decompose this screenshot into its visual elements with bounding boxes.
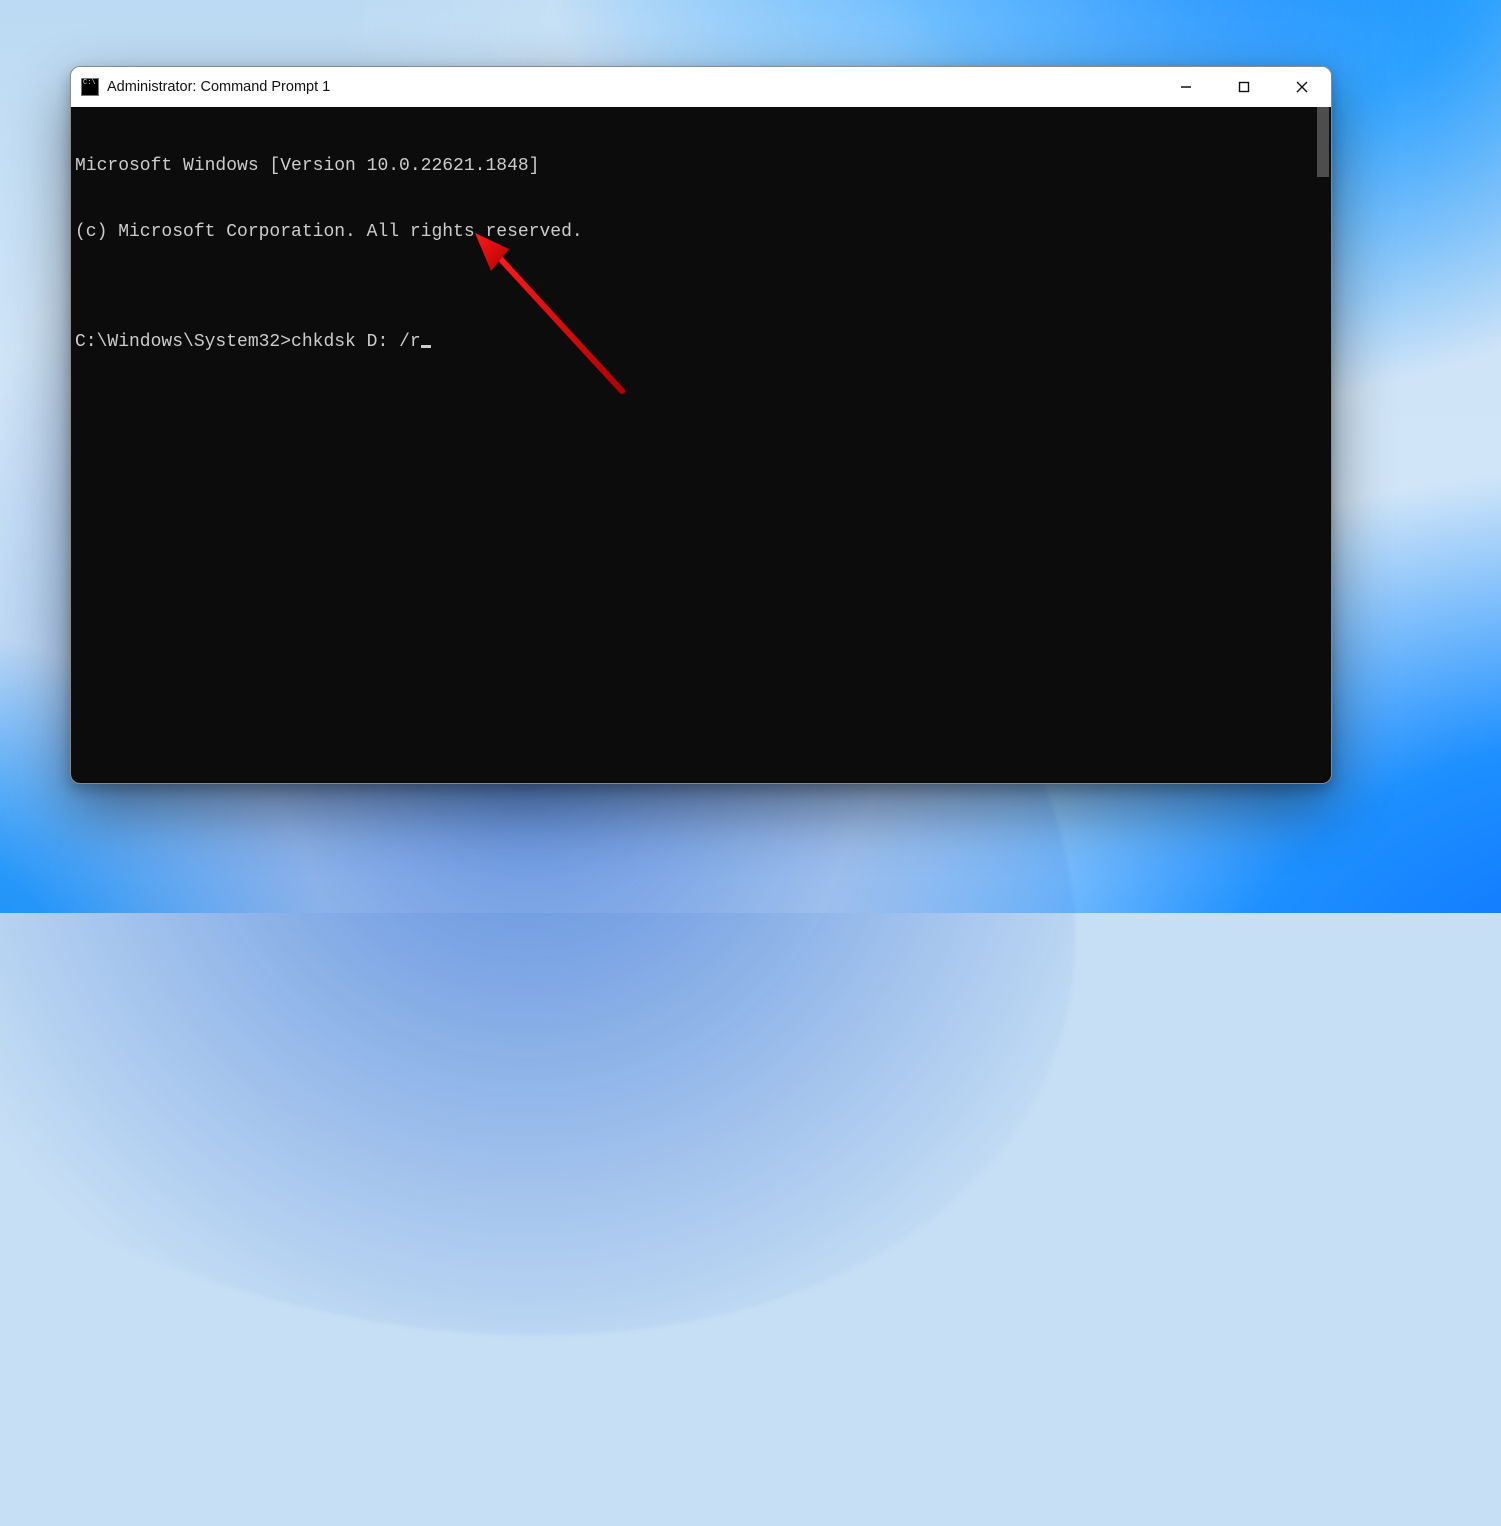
text-cursor	[421, 345, 431, 348]
prompt-text: C:\Windows\System32>	[75, 332, 291, 352]
cmd-icon	[81, 78, 99, 96]
terminal-line: (c) Microsoft Corporation. All rights re…	[75, 221, 1313, 243]
scrollbar-thumb[interactable]	[1317, 107, 1329, 177]
window-controls	[1157, 67, 1331, 107]
terminal-prompt-line[interactable]: C:\Windows\System32>chkdsk D: /r	[75, 331, 1313, 353]
minimize-button[interactable]	[1157, 67, 1215, 107]
titlebar[interactable]: Administrator: Command Prompt 1	[71, 67, 1331, 107]
window-title: Administrator: Command Prompt 1	[107, 79, 330, 95]
terminal-area: Microsoft Windows [Version 10.0.22621.18…	[71, 107, 1331, 783]
terminal-output[interactable]: Microsoft Windows [Version 10.0.22621.18…	[71, 107, 1313, 783]
scrollbar-track[interactable]	[1313, 107, 1331, 783]
maximize-button[interactable]	[1215, 67, 1273, 107]
close-button[interactable]	[1273, 67, 1331, 107]
command-prompt-window: Administrator: Command Prompt 1 Micro	[70, 66, 1332, 784]
terminal-line: Microsoft Windows [Version 10.0.22621.18…	[75, 155, 1313, 177]
command-text: chkdsk D: /r	[291, 332, 421, 352]
